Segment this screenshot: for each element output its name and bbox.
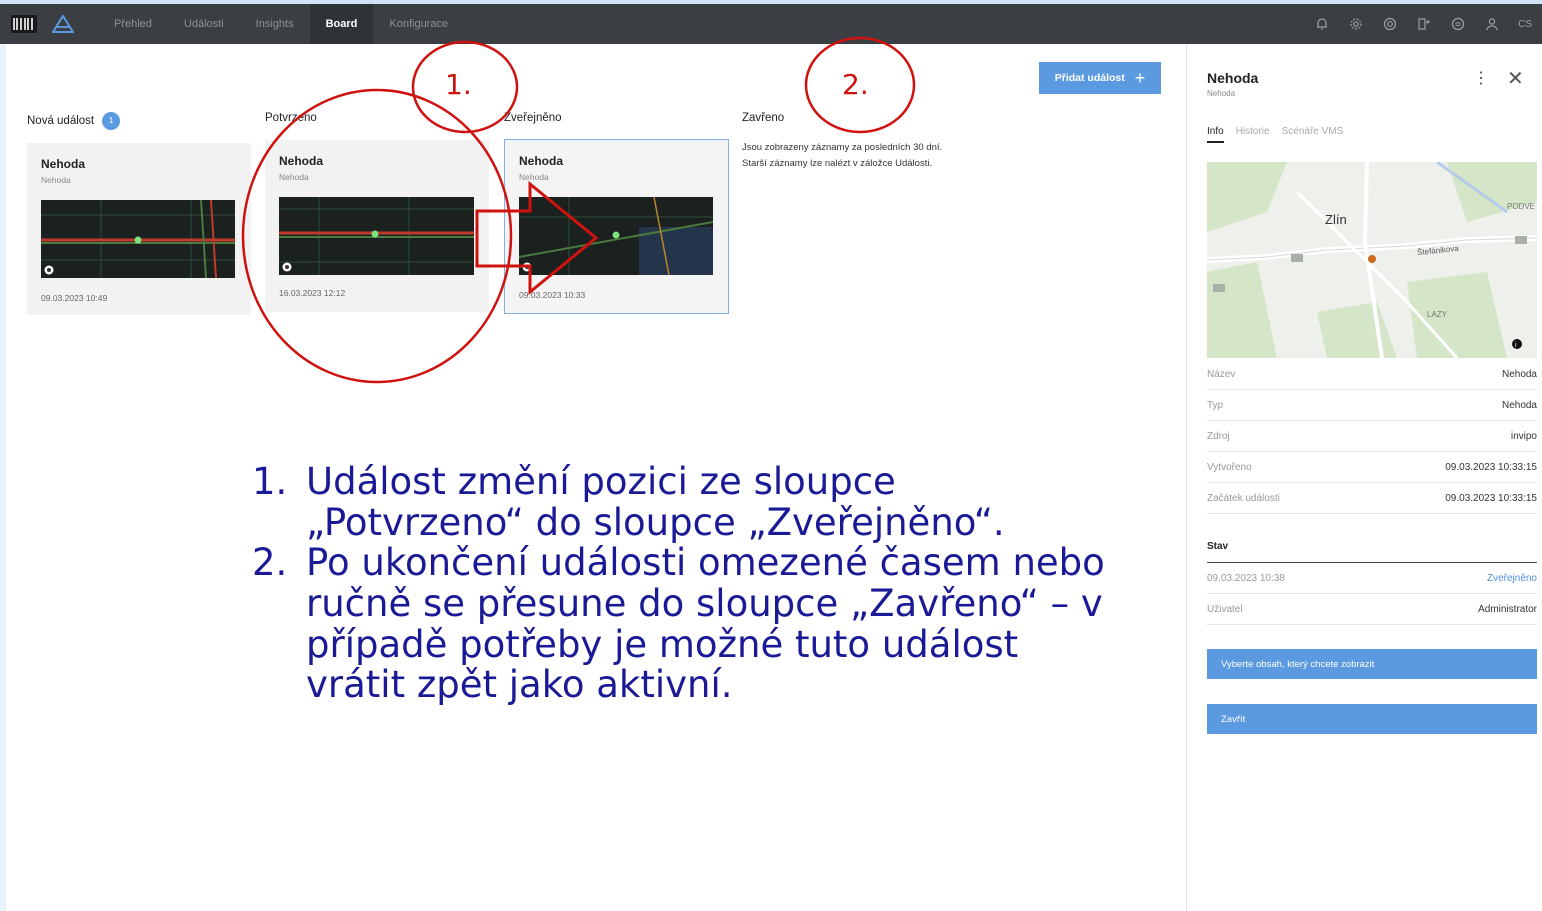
select-content-button[interactable]: Vyberte obsah, který chcete zobrazit: [1207, 649, 1537, 679]
tab-scenare-vms[interactable]: Scénáře VMS: [1282, 126, 1344, 143]
user-row: Uživatel Administrator: [1207, 594, 1537, 625]
map-district-label: LAZY: [1427, 310, 1448, 319]
panel-title: Nehoda: [1207, 70, 1259, 86]
instruction-text: Po ukončení události omezené časem nebo …: [306, 541, 1105, 707]
status-date: 09.03.2023 10:38: [1207, 572, 1285, 584]
map-district2-label: PODVE: [1507, 202, 1536, 211]
info-value: Administrator: [1478, 603, 1537, 615]
info-row-vytvoreno: Vytvořeno 09.03.2023 10:33:15: [1207, 452, 1537, 483]
panel-tabs: Info Historie Scénáře VMS: [1207, 126, 1343, 143]
status-section-title: Stav: [1207, 541, 1537, 563]
annotation-number-2: 2.: [842, 68, 869, 101]
info-row-nazev: Název Nehoda: [1207, 359, 1537, 390]
instruction-item: 1. Událost změní pozici ze sloupce „Potv…: [252, 460, 1112, 544]
close-event-button[interactable]: Zavřít: [1207, 704, 1537, 734]
info-value: 09.03.2023 10:33:15: [1445, 461, 1537, 473]
info-row-zacatek: Začátek události 09.03.2023 10:33:15: [1207, 483, 1537, 514]
map-city-label: Zlín: [1325, 212, 1347, 227]
more-menu-icon[interactable]: ⋮: [1473, 68, 1489, 88]
info-key: Uživatel: [1207, 603, 1243, 615]
info-key: Začátek události: [1207, 492, 1280, 504]
instruction-list: 1. Událost změní pozici ze sloupce „Potv…: [252, 460, 1112, 706]
info-value: invipo: [1510, 430, 1537, 442]
info-key: Typ: [1207, 399, 1224, 411]
info-row-zdroj: Zdroj invipo: [1207, 421, 1537, 452]
instruction-text: Událost změní pozici ze sloupce „Potvrze…: [306, 460, 1005, 544]
info-key: Vytvořeno: [1207, 461, 1252, 473]
close-icon[interactable]: ✕: [1507, 66, 1524, 91]
instruction-item: 2. Po ukončení události omezené časem ne…: [252, 543, 1112, 706]
instruction-number: 2.: [252, 541, 288, 585]
info-key: Název: [1207, 368, 1236, 380]
info-value: 09.03.2023 10:33:15: [1445, 492, 1537, 504]
status-row: 09.03.2023 10:38 Zveřejněno: [1207, 563, 1537, 594]
panel-map[interactable]: i Zlín Štefánikova LAZY PODVE: [1207, 162, 1537, 358]
detail-panel: Nehoda Nehoda ⋮ ✕ Info Historie Scénáře …: [1186, 44, 1542, 911]
tab-historie[interactable]: Historie: [1236, 126, 1270, 143]
info-key: Zdroj: [1207, 430, 1230, 442]
tab-info[interactable]: Info: [1207, 126, 1224, 143]
annotation-number-1: 1.: [445, 68, 472, 101]
info-row-typ: Typ Nehoda: [1207, 390, 1537, 421]
info-value: Nehoda: [1501, 399, 1537, 411]
panel-subtitle: Nehoda: [1207, 89, 1236, 98]
status-value[interactable]: Zveřejněno: [1487, 573, 1537, 584]
info-value: Nehoda: [1501, 368, 1537, 380]
instruction-number: 1.: [252, 460, 288, 503]
